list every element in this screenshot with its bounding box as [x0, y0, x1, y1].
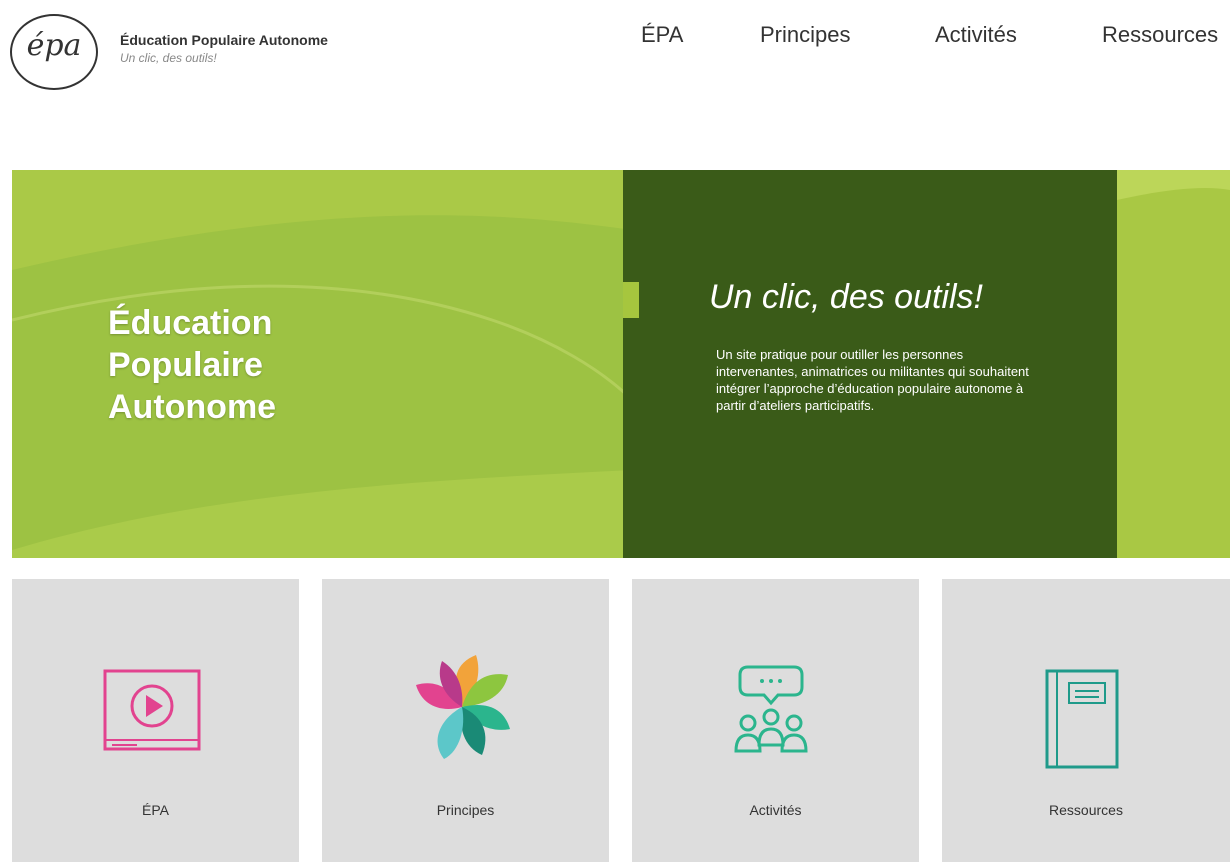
- notebook-icon: [1045, 669, 1119, 769]
- card-epa[interactable]: ÉPA: [12, 579, 299, 862]
- main-nav: ÉPA Principes Activités Ressources: [0, 22, 1230, 52]
- hero-banner: Éducation Populaire Autonome Un clic, de…: [12, 170, 1230, 558]
- group-discussion-icon: [734, 665, 808, 753]
- card-label: Principes: [436, 802, 495, 818]
- card-label: Ressources: [1049, 802, 1123, 818]
- pinwheel-icon: [416, 655, 510, 759]
- nav-item-activites[interactable]: Activités: [935, 22, 1017, 48]
- card-activites[interactable]: Activités: [632, 579, 919, 862]
- nav-item-principes[interactable]: Principes: [760, 22, 850, 48]
- site-header: épa Éducation Populaire Autonome Un clic…: [0, 0, 1230, 110]
- hero-title: Éducation Populaire Autonome: [108, 302, 428, 428]
- hero-title-line: Populaire: [108, 346, 263, 384]
- nav-item-epa[interactable]: ÉPA: [641, 22, 683, 48]
- nav-item-ressources[interactable]: Ressources: [1102, 22, 1218, 48]
- site-tagline: Un clic, des outils!: [120, 51, 217, 65]
- card-label: ÉPA: [142, 802, 169, 818]
- hero-panel-body: Un site pratique pour outiller les perso…: [716, 347, 1029, 413]
- card-principes[interactable]: Principes: [322, 579, 609, 862]
- card-label: Activités: [749, 802, 802, 818]
- hero-accent-bar: [623, 282, 639, 318]
- video-play-icon: [103, 669, 201, 751]
- card-ressources[interactable]: Ressources: [942, 579, 1230, 862]
- hero-panel-heading: Un clic, des outils!: [709, 278, 983, 316]
- hero-title-line: Autonome: [108, 388, 277, 426]
- hero-title-line: Éducation: [108, 304, 273, 342]
